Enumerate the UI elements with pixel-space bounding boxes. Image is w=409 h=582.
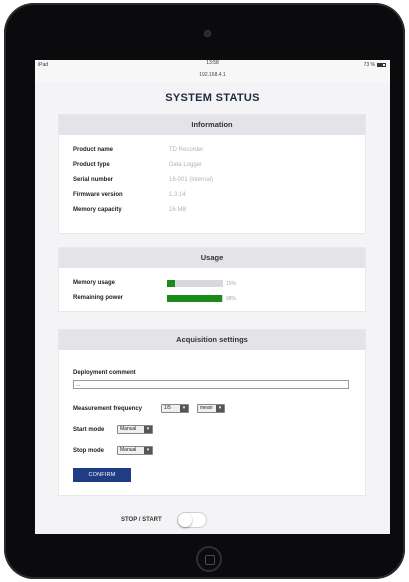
memory-usage-bar [167, 280, 223, 287]
info-label: Memory capacity [73, 207, 122, 213]
status-battery-group: 73 % [364, 62, 386, 68]
info-label: Serial number [73, 177, 114, 183]
tablet-device: iPad 13:58 73 % 192.168.4.1 SYSTEM STATU… [4, 3, 405, 579]
usage-row-memory: Memory usage 15% [59, 276, 365, 291]
chevron-down-icon: ▾ [144, 447, 152, 454]
stop-mode-value: Manual [120, 447, 137, 453]
deployment-comment-label: Deployment comment [73, 370, 136, 376]
information-panel: Information Product name TD Recorder Pro… [59, 115, 365, 233]
deployment-comment-input[interactable]: ... [73, 380, 349, 389]
stop-start-label: STOP / START [121, 517, 162, 523]
status-battery-text: 73 % [363, 62, 375, 68]
info-value: Data Logger [169, 162, 203, 168]
info-value: TD Recorder [169, 147, 204, 153]
info-row-memory-capacity: Memory capacity 16 MB [59, 203, 365, 218]
information-header: Information [59, 115, 365, 135]
chevron-down-icon: ▾ [216, 405, 224, 412]
start-mode-label: Start mode [73, 427, 105, 433]
frequency-value-select[interactable]: 1/5 ▾ [161, 404, 189, 413]
usage-label: Memory usage [73, 280, 116, 286]
remaining-power-bar-fill [167, 295, 222, 302]
acquisition-panel: Acquisition settings Deployment comment … [59, 330, 365, 495]
screen: iPad 13:58 73 % 192.168.4.1 SYSTEM STATU… [35, 60, 390, 534]
remaining-power-percent: 98% [226, 296, 237, 302]
camera-icon [204, 30, 211, 37]
memory-usage-percent: 15% [226, 281, 237, 287]
info-row-product-name: Product name TD Recorder [59, 143, 365, 158]
battery-icon [377, 63, 386, 67]
stop-start-row: STOP / START [35, 510, 390, 530]
status-time: 13:58 [206, 60, 219, 66]
memory-usage-bar-fill [167, 280, 176, 287]
usage-label: Remaining power [73, 295, 124, 301]
home-button-icon[interactable] [196, 546, 222, 572]
confirm-button[interactable]: CONFIRM [73, 468, 131, 482]
info-row-product-type: Product type Data Logger [59, 158, 365, 173]
page-title: SYSTEM STATUS [165, 92, 260, 104]
chevron-down-icon: ▾ [144, 426, 152, 433]
stop-start-toggle[interactable] [177, 512, 207, 528]
info-label: Product type [73, 162, 110, 168]
start-mode-select[interactable]: Manual ▾ [117, 425, 153, 434]
frequency-unit-select[interactable]: mean ▾ [197, 404, 225, 413]
stop-mode-select[interactable]: Manual ▾ [117, 446, 153, 455]
url-text[interactable]: 192.168.4.1 [35, 71, 390, 82]
start-mode-value: Manual [120, 426, 137, 432]
usage-header: Usage [59, 248, 365, 268]
acquisition-header: Acquisition settings [59, 330, 365, 350]
home-square-icon [205, 555, 215, 565]
status-bar: iPad 13:58 73 % [35, 60, 390, 71]
info-value: 16 MB [169, 207, 187, 213]
info-value: 16-001 (internal) [169, 177, 214, 183]
chevron-down-icon: ▾ [180, 405, 188, 412]
info-label: Product name [73, 147, 114, 153]
info-row-serial-number: Serial number 16-001 (internal) [59, 173, 365, 188]
frequency-unit-text: mean [200, 405, 213, 411]
info-label: Firmware version [73, 192, 123, 198]
remaining-power-bar [167, 295, 223, 302]
measurement-frequency-label: Measurement frequency [73, 406, 143, 412]
frequency-value-text: 1/5 [164, 405, 171, 411]
info-row-firmware-version: Firmware version 1.3.14 [59, 188, 365, 203]
toggle-knob[interactable] [178, 513, 192, 527]
stop-mode-label: Stop mode [73, 448, 104, 454]
info-value: 1.3.14 [169, 192, 186, 198]
usage-row-power: Remaining power 98% [59, 291, 365, 306]
usage-panel: Usage Memory usage 15% Remaining power 9… [59, 248, 365, 311]
